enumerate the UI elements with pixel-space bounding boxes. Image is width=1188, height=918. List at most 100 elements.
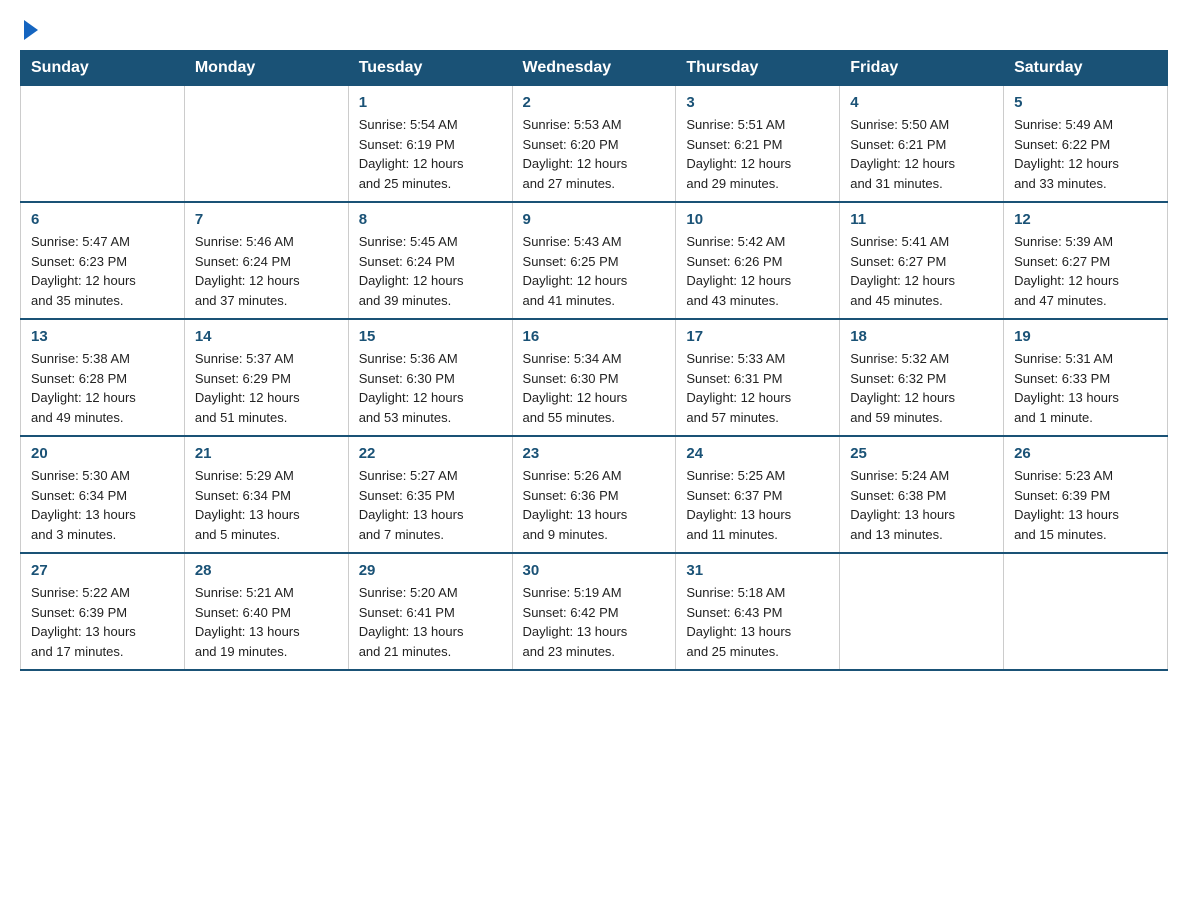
day-number: 16	[523, 328, 666, 345]
day-number: 9	[523, 211, 666, 228]
calendar-cell: 5 Sunrise: 5:49 AMSunset: 6:22 PMDaylight…	[1004, 86, 1168, 203]
day-detail: Sunrise: 5:46 AMSunset: 6:24 PMDaylight:…	[195, 232, 338, 310]
day-number: 3	[686, 94, 829, 111]
day-number: 18	[850, 328, 993, 345]
weekday-header-tuesday: Tuesday	[348, 51, 512, 86]
day-detail: Sunrise: 5:45 AMSunset: 6:24 PMDaylight:…	[359, 232, 502, 310]
day-number: 27	[31, 562, 174, 579]
day-detail: Sunrise: 5:38 AMSunset: 6:28 PMDaylight:…	[31, 349, 174, 427]
calendar-cell: 10 Sunrise: 5:42 AMSunset: 6:26 PMDayligh…	[676, 202, 840, 319]
day-detail: Sunrise: 5:47 AMSunset: 6:23 PMDaylight:…	[31, 232, 174, 310]
day-number: 1	[359, 94, 502, 111]
calendar-cell: 18 Sunrise: 5:32 AMSunset: 6:32 PMDayligh…	[840, 319, 1004, 436]
day-detail: Sunrise: 5:50 AMSunset: 6:21 PMDaylight:…	[850, 115, 993, 193]
day-number: 8	[359, 211, 502, 228]
day-number: 6	[31, 211, 174, 228]
calendar-header: SundayMondayTuesdayWednesdayThursdayFrid…	[21, 51, 1168, 86]
calendar-cell	[21, 86, 185, 203]
day-number: 21	[195, 445, 338, 462]
day-detail: Sunrise: 5:51 AMSunset: 6:21 PMDaylight:…	[686, 115, 829, 193]
day-number: 23	[523, 445, 666, 462]
day-number: 29	[359, 562, 502, 579]
day-detail: Sunrise: 5:21 AMSunset: 6:40 PMDaylight:…	[195, 583, 338, 661]
day-number: 12	[1014, 211, 1157, 228]
calendar-week-row: 1 Sunrise: 5:54 AMSunset: 6:19 PMDaylight…	[21, 86, 1168, 203]
logo	[20, 20, 40, 40]
day-number: 20	[31, 445, 174, 462]
weekday-header-friday: Friday	[840, 51, 1004, 86]
day-detail: Sunrise: 5:49 AMSunset: 6:22 PMDaylight:…	[1014, 115, 1157, 193]
calendar-cell: 3 Sunrise: 5:51 AMSunset: 6:21 PMDaylight…	[676, 86, 840, 203]
day-detail: Sunrise: 5:34 AMSunset: 6:30 PMDaylight:…	[523, 349, 666, 427]
day-number: 7	[195, 211, 338, 228]
day-detail: Sunrise: 5:22 AMSunset: 6:39 PMDaylight:…	[31, 583, 174, 661]
calendar-cell: 19 Sunrise: 5:31 AMSunset: 6:33 PMDayligh…	[1004, 319, 1168, 436]
calendar-cell: 8 Sunrise: 5:45 AMSunset: 6:24 PMDaylight…	[348, 202, 512, 319]
day-number: 25	[850, 445, 993, 462]
logo-arrow-icon	[24, 20, 38, 40]
day-number: 19	[1014, 328, 1157, 345]
calendar-cell: 21 Sunrise: 5:29 AMSunset: 6:34 PMDayligh…	[184, 436, 348, 553]
calendar-cell	[840, 553, 1004, 670]
day-detail: Sunrise: 5:42 AMSunset: 6:26 PMDaylight:…	[686, 232, 829, 310]
calendar-cell: 7 Sunrise: 5:46 AMSunset: 6:24 PMDaylight…	[184, 202, 348, 319]
calendar-table: SundayMondayTuesdayWednesdayThursdayFrid…	[20, 50, 1168, 671]
day-detail: Sunrise: 5:37 AMSunset: 6:29 PMDaylight:…	[195, 349, 338, 427]
calendar-week-row: 6 Sunrise: 5:47 AMSunset: 6:23 PMDaylight…	[21, 202, 1168, 319]
calendar-cell: 30 Sunrise: 5:19 AMSunset: 6:42 PMDayligh…	[512, 553, 676, 670]
calendar-cell: 11 Sunrise: 5:41 AMSunset: 6:27 PMDayligh…	[840, 202, 1004, 319]
calendar-cell: 31 Sunrise: 5:18 AMSunset: 6:43 PMDayligh…	[676, 553, 840, 670]
day-number: 30	[523, 562, 666, 579]
day-detail: Sunrise: 5:27 AMSunset: 6:35 PMDaylight:…	[359, 466, 502, 544]
calendar-cell: 1 Sunrise: 5:54 AMSunset: 6:19 PMDaylight…	[348, 86, 512, 203]
day-detail: Sunrise: 5:29 AMSunset: 6:34 PMDaylight:…	[195, 466, 338, 544]
calendar-cell: 16 Sunrise: 5:34 AMSunset: 6:30 PMDayligh…	[512, 319, 676, 436]
weekday-header-row: SundayMondayTuesdayWednesdayThursdayFrid…	[21, 51, 1168, 86]
day-detail: Sunrise: 5:23 AMSunset: 6:39 PMDaylight:…	[1014, 466, 1157, 544]
day-detail: Sunrise: 5:24 AMSunset: 6:38 PMDaylight:…	[850, 466, 993, 544]
weekday-header-saturday: Saturday	[1004, 51, 1168, 86]
day-number: 10	[686, 211, 829, 228]
day-number: 31	[686, 562, 829, 579]
day-detail: Sunrise: 5:36 AMSunset: 6:30 PMDaylight:…	[359, 349, 502, 427]
calendar-cell: 26Sunrise: 5:23 AMSunset: 6:39 PMDayligh…	[1004, 436, 1168, 553]
calendar-cell: 13 Sunrise: 5:38 AMSunset: 6:28 PMDayligh…	[21, 319, 185, 436]
weekday-header-wednesday: Wednesday	[512, 51, 676, 86]
calendar-body: 1 Sunrise: 5:54 AMSunset: 6:19 PMDaylight…	[21, 86, 1168, 671]
day-detail: Sunrise: 5:19 AMSunset: 6:42 PMDaylight:…	[523, 583, 666, 661]
day-number: 14	[195, 328, 338, 345]
calendar-cell: 6 Sunrise: 5:47 AMSunset: 6:23 PMDaylight…	[21, 202, 185, 319]
day-detail: Sunrise: 5:41 AMSunset: 6:27 PMDaylight:…	[850, 232, 993, 310]
day-number: 15	[359, 328, 502, 345]
day-detail: Sunrise: 5:18 AMSunset: 6:43 PMDaylight:…	[686, 583, 829, 661]
day-detail: Sunrise: 5:30 AMSunset: 6:34 PMDaylight:…	[31, 466, 174, 544]
day-detail: Sunrise: 5:31 AMSunset: 6:33 PMDaylight:…	[1014, 349, 1157, 427]
calendar-cell	[1004, 553, 1168, 670]
calendar-cell: 27 Sunrise: 5:22 AMSunset: 6:39 PMDayligh…	[21, 553, 185, 670]
calendar-cell: 23Sunrise: 5:26 AMSunset: 6:36 PMDayligh…	[512, 436, 676, 553]
calendar-cell: 28Sunrise: 5:21 AMSunset: 6:40 PMDayligh…	[184, 553, 348, 670]
day-detail: Sunrise: 5:53 AMSunset: 6:20 PMDaylight:…	[523, 115, 666, 193]
day-number: 5	[1014, 94, 1157, 111]
day-detail: Sunrise: 5:20 AMSunset: 6:41 PMDaylight:…	[359, 583, 502, 661]
day-number: 17	[686, 328, 829, 345]
weekday-header-thursday: Thursday	[676, 51, 840, 86]
day-detail: Sunrise: 5:25 AMSunset: 6:37 PMDaylight:…	[686, 466, 829, 544]
calendar-cell: 17Sunrise: 5:33 AMSunset: 6:31 PMDayligh…	[676, 319, 840, 436]
day-detail: Sunrise: 5:43 AMSunset: 6:25 PMDaylight:…	[523, 232, 666, 310]
day-detail: Sunrise: 5:32 AMSunset: 6:32 PMDaylight:…	[850, 349, 993, 427]
day-detail: Sunrise: 5:39 AMSunset: 6:27 PMDaylight:…	[1014, 232, 1157, 310]
day-number: 24	[686, 445, 829, 462]
logo-text	[20, 20, 40, 40]
day-number: 11	[850, 211, 993, 228]
day-number: 13	[31, 328, 174, 345]
day-number: 22	[359, 445, 502, 462]
day-detail: Sunrise: 5:54 AMSunset: 6:19 PMDaylight:…	[359, 115, 502, 193]
day-number: 4	[850, 94, 993, 111]
calendar-cell: 9 Sunrise: 5:43 AMSunset: 6:25 PMDaylight…	[512, 202, 676, 319]
calendar-cell: 22 Sunrise: 5:27 AMSunset: 6:35 PMDayligh…	[348, 436, 512, 553]
day-number: 2	[523, 94, 666, 111]
calendar-cell: 2 Sunrise: 5:53 AMSunset: 6:20 PMDaylight…	[512, 86, 676, 203]
page-header	[20, 20, 1168, 40]
calendar-cell: 29 Sunrise: 5:20 AMSunset: 6:41 PMDayligh…	[348, 553, 512, 670]
